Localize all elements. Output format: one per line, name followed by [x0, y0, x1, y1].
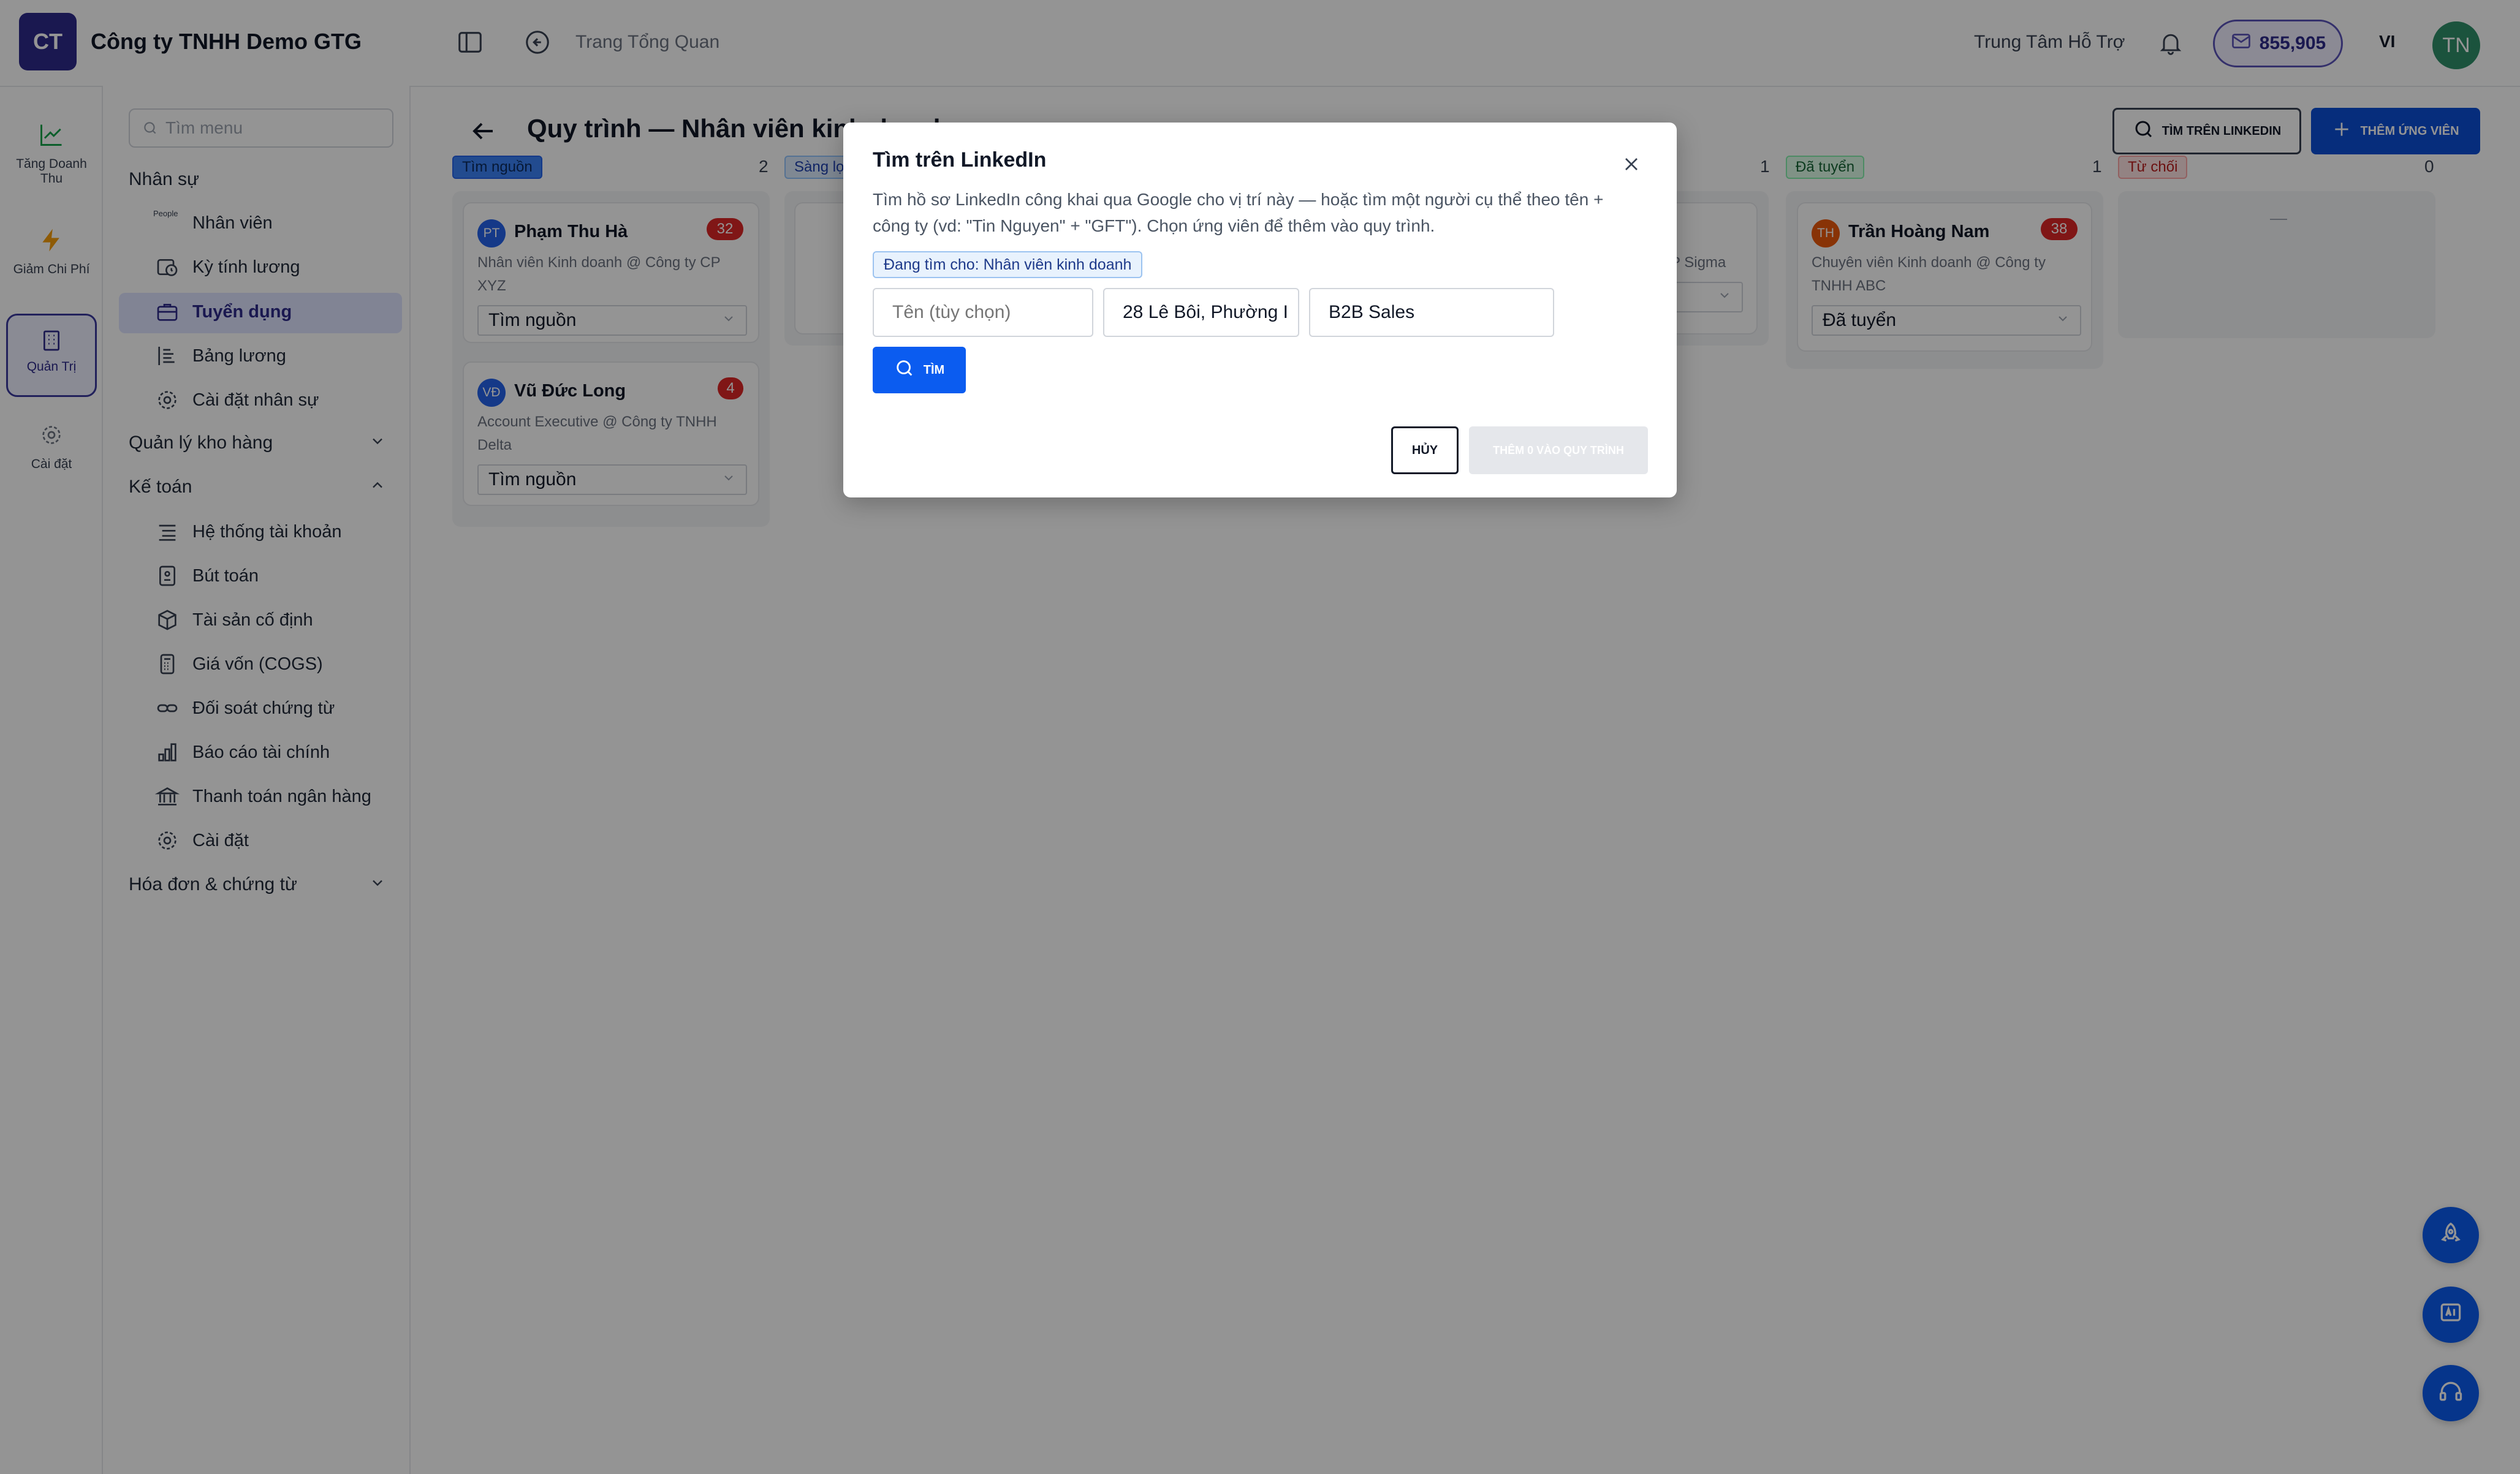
keyword-input[interactable]: B2B Sales	[1309, 288, 1554, 337]
modal-description-line: công ty (vd: "Tin Nguyen" + "GFT"). Chọn…	[873, 216, 1435, 236]
search-button[interactable]: TÌM	[873, 347, 966, 393]
location-input[interactable]: 28 Lê Bôi, Phường I	[1103, 288, 1299, 337]
name-input[interactable]	[873, 288, 1093, 337]
button-label: TÌM	[923, 363, 945, 377]
search-icon	[894, 358, 915, 382]
modal-description: Tìm hồ sơ LinkedIn công khai qua Google …	[873, 186, 1645, 240]
cancel-button[interactable]: HỦY	[1391, 426, 1459, 474]
linkedin-search-modal: Tìm trên LinkedIn Tìm hồ sơ LinkedIn côn…	[843, 123, 1677, 497]
searching-for-chip: Đang tìm cho: Nhân viên kinh doanh	[873, 251, 1143, 278]
close-icon[interactable]	[1620, 153, 1642, 178]
modal-description-line: Tìm hồ sơ LinkedIn công khai qua Google …	[873, 190, 1604, 209]
modal-title: Tìm trên LinkedIn	[873, 148, 1047, 172]
add-to-pipeline-button[interactable]: THÊM 0 VÀO QUY TRÌNH	[1469, 426, 1648, 474]
